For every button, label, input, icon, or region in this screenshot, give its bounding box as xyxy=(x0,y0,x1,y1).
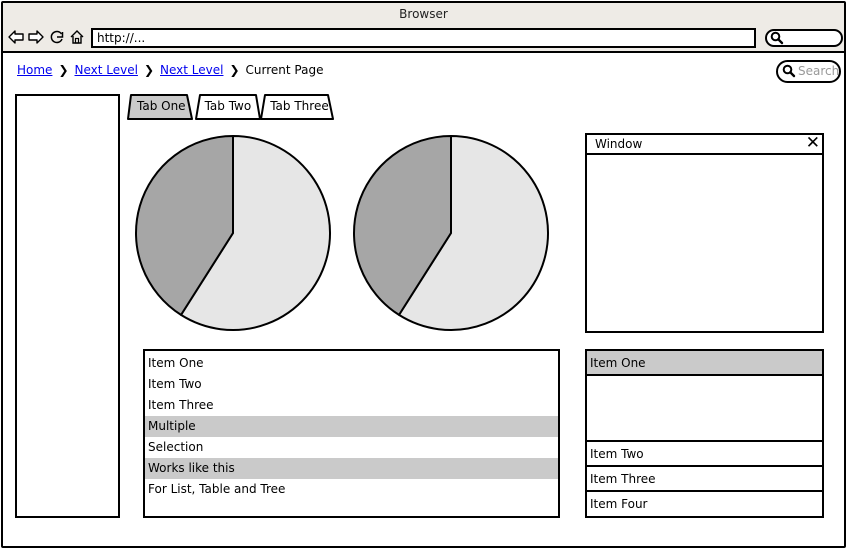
chevron-right-icon: ❯ xyxy=(58,63,69,77)
accordion-header[interactable]: Item Two xyxy=(587,442,822,467)
window-title: Window xyxy=(595,137,643,151)
tab-two[interactable]: Tab Two xyxy=(194,94,262,120)
forward-icon[interactable] xyxy=(27,28,45,46)
back-icon[interactable] xyxy=(7,28,25,46)
chevron-right-icon: ❯ xyxy=(229,63,240,77)
search-placeholder: Search xyxy=(798,64,840,78)
tab-one[interactable]: Tab One xyxy=(127,94,196,120)
tab-label: Tab Three xyxy=(270,99,329,113)
list-item[interactable]: Multiple xyxy=(145,416,558,437)
accordion-content xyxy=(587,376,822,442)
list-item[interactable]: Item One xyxy=(145,353,558,374)
tab-label: Tab Two xyxy=(204,99,252,113)
tab-bar: Tab One Tab Two Tab Three xyxy=(127,94,341,120)
accordion-header[interactable]: Item One xyxy=(587,351,822,376)
close-icon[interactable]: ✕ xyxy=(806,134,820,152)
breadcrumb-current: Current Page xyxy=(245,63,324,77)
list-item[interactable]: Selection xyxy=(145,437,558,458)
browser-search-input[interactable] xyxy=(765,29,843,47)
sidebar-panel xyxy=(15,94,120,518)
tab-three[interactable]: Tab Three xyxy=(260,94,339,120)
window-title-bar: Window ✕ xyxy=(587,134,822,155)
search-icon xyxy=(770,31,784,48)
window-panel: Window ✕ xyxy=(585,133,824,333)
browser-title: Browser xyxy=(399,7,448,21)
multi-select-list: Item One Item Two Item Three Multiple Select… xyxy=(143,349,560,518)
browser-title-bar: Browser xyxy=(3,3,844,25)
search-input[interactable]: Search xyxy=(776,60,841,83)
list-item[interactable]: Works like this xyxy=(145,458,558,479)
breadcrumb: Home ❯ Next Level ❯ Next Level ❯ Current… xyxy=(17,63,323,77)
browser-toolbar: http://... xyxy=(3,25,844,53)
search-icon xyxy=(782,64,796,81)
reload-icon[interactable] xyxy=(48,28,66,46)
list-item[interactable]: Item Two xyxy=(145,374,558,395)
chevron-right-icon: ❯ xyxy=(143,63,155,77)
accordion-header[interactable]: Item Four xyxy=(587,492,822,517)
breadcrumb-link-home[interactable]: Home xyxy=(17,63,52,77)
breadcrumb-link-next-level-1[interactable]: Next Level xyxy=(75,63,138,77)
pie-chart-1 xyxy=(135,135,331,331)
accordion-header[interactable]: Item Three xyxy=(587,467,822,492)
list-item[interactable]: For List, Table and Tree xyxy=(145,479,558,500)
url-text: http://... xyxy=(97,31,146,45)
pie-chart-2 xyxy=(353,135,549,331)
list-item[interactable]: Item Three xyxy=(145,395,558,416)
url-input[interactable]: http://... xyxy=(91,28,756,48)
accordion: Item One Item Two Item Three Item Four xyxy=(585,349,824,518)
tab-label: Tab One xyxy=(137,99,186,113)
home-icon[interactable] xyxy=(68,28,86,46)
breadcrumb-link-next-level-2[interactable]: Next Level xyxy=(160,63,223,77)
